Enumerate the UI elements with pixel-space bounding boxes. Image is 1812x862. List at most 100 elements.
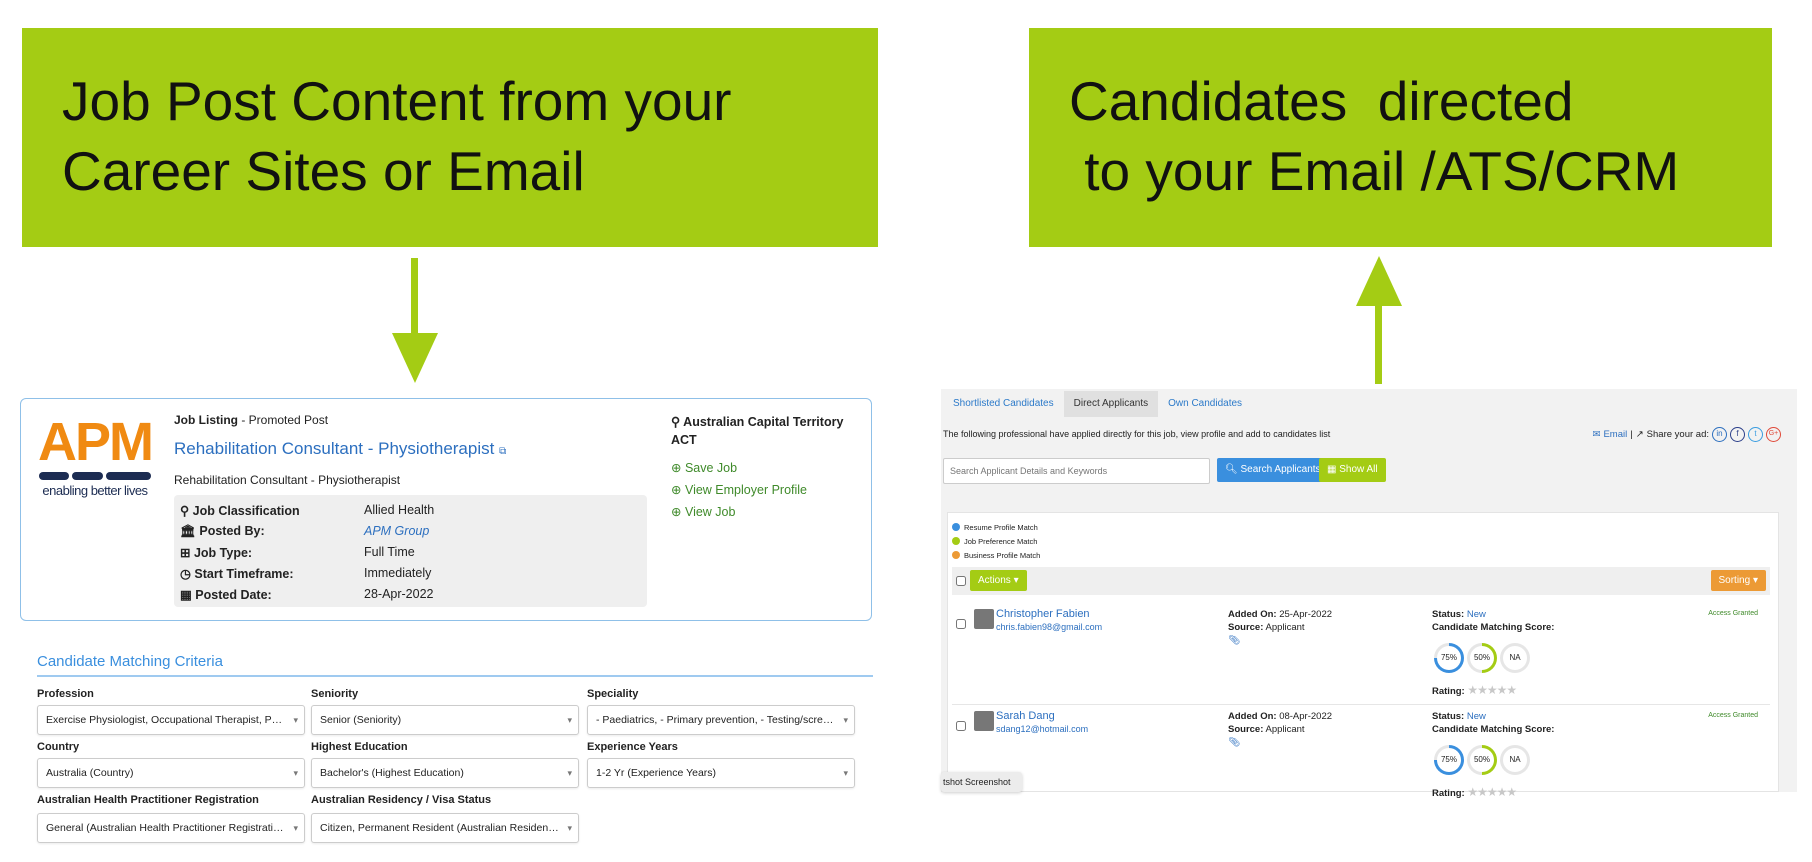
attachment-icon[interactable]: 📎︎ [1228, 635, 1240, 646]
field-select[interactable]: 1-2 Yr (Experience Years) [587, 758, 855, 788]
field-select[interactable]: Bachelor's (Highest Education) [311, 758, 579, 788]
detail-value: Immediately [364, 566, 432, 580]
field-select[interactable]: Australia (Country) [37, 758, 305, 788]
rating-label: Rating: [1432, 686, 1465, 697]
attachment-icon[interactable]: 📎︎ [1228, 737, 1240, 748]
star-rating[interactable]: ★★★★★ [1467, 785, 1517, 799]
clock-icon: ◷ [180, 567, 191, 581]
field-label: Australian Health Practitioner Registrat… [37, 794, 259, 806]
button-label: Show All [1339, 464, 1378, 475]
field-label: Profession [37, 688, 94, 700]
applicants-description: The following professional have applied … [943, 429, 1331, 439]
candidate-row: Sarah Dang sdang12@hotmail.com Added On: 0… [952, 707, 1770, 807]
posted-by-link[interactable]: APM Group [364, 524, 429, 538]
matching-scores: 75% 50% NA [1434, 745, 1534, 777]
select-all-checkbox[interactable] [956, 576, 966, 586]
field-value: General (Australian Health Practitioner … [46, 822, 289, 834]
field-select[interactable]: Exercise Physiologist, Occupational Ther… [37, 705, 305, 735]
field-label: Country [37, 741, 80, 753]
score-ring: 75% [1434, 745, 1464, 775]
down-arrow-icon [392, 258, 438, 383]
score-value: 75% [1437, 646, 1461, 670]
action-label: Save Job [684, 461, 738, 475]
button-label: Sorting [1718, 575, 1751, 586]
added-date: 25-Apr-2022 [1276, 609, 1333, 620]
candidate-row: Christopher Fabien chris.fabien98@gmail.c… [952, 605, 1770, 705]
left-banner-line1: Job Post Content from your [62, 70, 732, 132]
field-select[interactable]: Citizen, Permanent Resident (Australian … [311, 813, 579, 843]
job-title-link[interactable]: Rehabilitation Consultant - Physiotherap… [174, 439, 494, 458]
left-banner: Job Post Content from your Career Sites … [22, 28, 878, 247]
candidate-checkbox[interactable] [956, 721, 966, 731]
listing-type: - Promoted Post [238, 413, 329, 427]
view-employer-profile-link[interactable]: ⊕ View Employer Profile [671, 479, 807, 501]
score-label: Candidate Matching Score: [1432, 724, 1555, 735]
share-icon: ↗ [1635, 429, 1644, 440]
job-details: ⚲ Job Classification Allied Health 🏛 Pos… [174, 495, 647, 607]
bank-icon: 🏛 [180, 524, 196, 538]
search-applicants-button[interactable]: 🔍︎ Search Applicants [1217, 458, 1329, 482]
location-line1: Australian Capital Territory [683, 415, 844, 429]
status-label: Status: [1432, 711, 1465, 722]
access-granted-badge: Access Granted [1708, 712, 1758, 719]
criteria-title: Candidate Matching Criteria [37, 653, 223, 670]
matching-scores: 75% 50% NA [1434, 643, 1534, 675]
field-value: Bachelor's (Highest Education) [320, 767, 464, 779]
apm-logo: APM enabling better lives [35, 415, 155, 498]
share-label: Share your ad: [1646, 429, 1709, 440]
field-label: Seniority [311, 688, 359, 700]
email-icon: ✉ [1592, 429, 1601, 440]
access-granted-badge: Access Granted [1708, 610, 1758, 617]
score-value: 50% [1470, 748, 1494, 772]
sorting-dropdown[interactable]: Sorting ▾ [1710, 570, 1766, 591]
candidate-email-link[interactable]: chris.fabien98@gmail.com [996, 622, 1102, 632]
applicants-panel: Shortlisted Candidates Direct Applicants… [941, 389, 1797, 799]
twitter-icon[interactable]: t [1748, 427, 1763, 442]
tab-direct-applicants[interactable]: Direct Applicants [1063, 391, 1159, 417]
candidate-checkbox[interactable] [956, 619, 966, 629]
listing-label: Job Listing [174, 413, 238, 427]
left-banner-line2: Career Sites or Email [62, 140, 585, 202]
score-ring: 50% [1467, 745, 1497, 775]
score-value: 75% [1437, 748, 1461, 772]
up-arrow-icon [1356, 256, 1402, 384]
detail-label: Job Type: [193, 546, 253, 560]
button-label: Search Applicants [1240, 464, 1321, 475]
field-select[interactable]: - Paediatrics, - Primary prevention, - T… [587, 705, 855, 735]
legend-dot [952, 523, 960, 531]
actions-dropdown[interactable]: Actions ▾ [970, 570, 1027, 591]
detail-label: Posted Date: [195, 588, 272, 602]
candidate-name-link[interactable]: Christopher Fabien [996, 608, 1090, 620]
action-label: View Employer Profile [684, 483, 808, 497]
star-rating[interactable]: ★★★★★ [1467, 683, 1517, 697]
score-value: NA [1503, 646, 1527, 670]
job-card: APM enabling better lives Job Listing - … [20, 398, 872, 621]
avatar [974, 609, 994, 629]
facebook-icon[interactable]: f [1730, 427, 1745, 442]
show-all-button[interactable]: ▦ Show All [1319, 458, 1386, 482]
legend-label: Resume Profile Match [964, 523, 1038, 532]
added-label: Added On: [1228, 609, 1277, 620]
linkedin-icon[interactable]: in [1712, 427, 1727, 442]
field-select[interactable]: General (Australian Health Practitioner … [37, 813, 305, 843]
tab-shortlisted-candidates[interactable]: Shortlisted Candidates [943, 391, 1064, 417]
email-link[interactable]: Email [1603, 429, 1627, 440]
search-applicants-input[interactable] [943, 458, 1210, 484]
candidate-name-link[interactable]: Sarah Dang [996, 710, 1055, 722]
view-job-link[interactable]: ⊕ View Job [671, 501, 807, 523]
logo-tagline: enabling better lives [42, 483, 148, 498]
candidate-email-link[interactable]: sdang12@hotmail.com [996, 724, 1088, 734]
source-value: Applicant [1263, 724, 1305, 735]
field-select[interactable]: Senior (Seniority) [311, 705, 579, 735]
criteria-divider [37, 675, 873, 677]
external-link-icon[interactable]: ⧉ [499, 446, 506, 457]
tab-own-candidates[interactable]: Own Candidates [1158, 391, 1252, 417]
google-plus-icon[interactable]: G+ [1766, 427, 1781, 442]
field-value: Citizen, Permanent Resident (Australian … [320, 822, 578, 834]
legend-item: Job Preference Match [952, 535, 1040, 549]
detail-label: Start Timeframe: [194, 567, 294, 581]
save-job-link[interactable]: ⊕ Save Job [671, 457, 807, 479]
calendar-icon: ▦ [180, 588, 192, 602]
actions-bar: Actions ▾ Sorting ▾ [952, 567, 1770, 595]
legend-item: Resume Profile Match [952, 521, 1040, 535]
